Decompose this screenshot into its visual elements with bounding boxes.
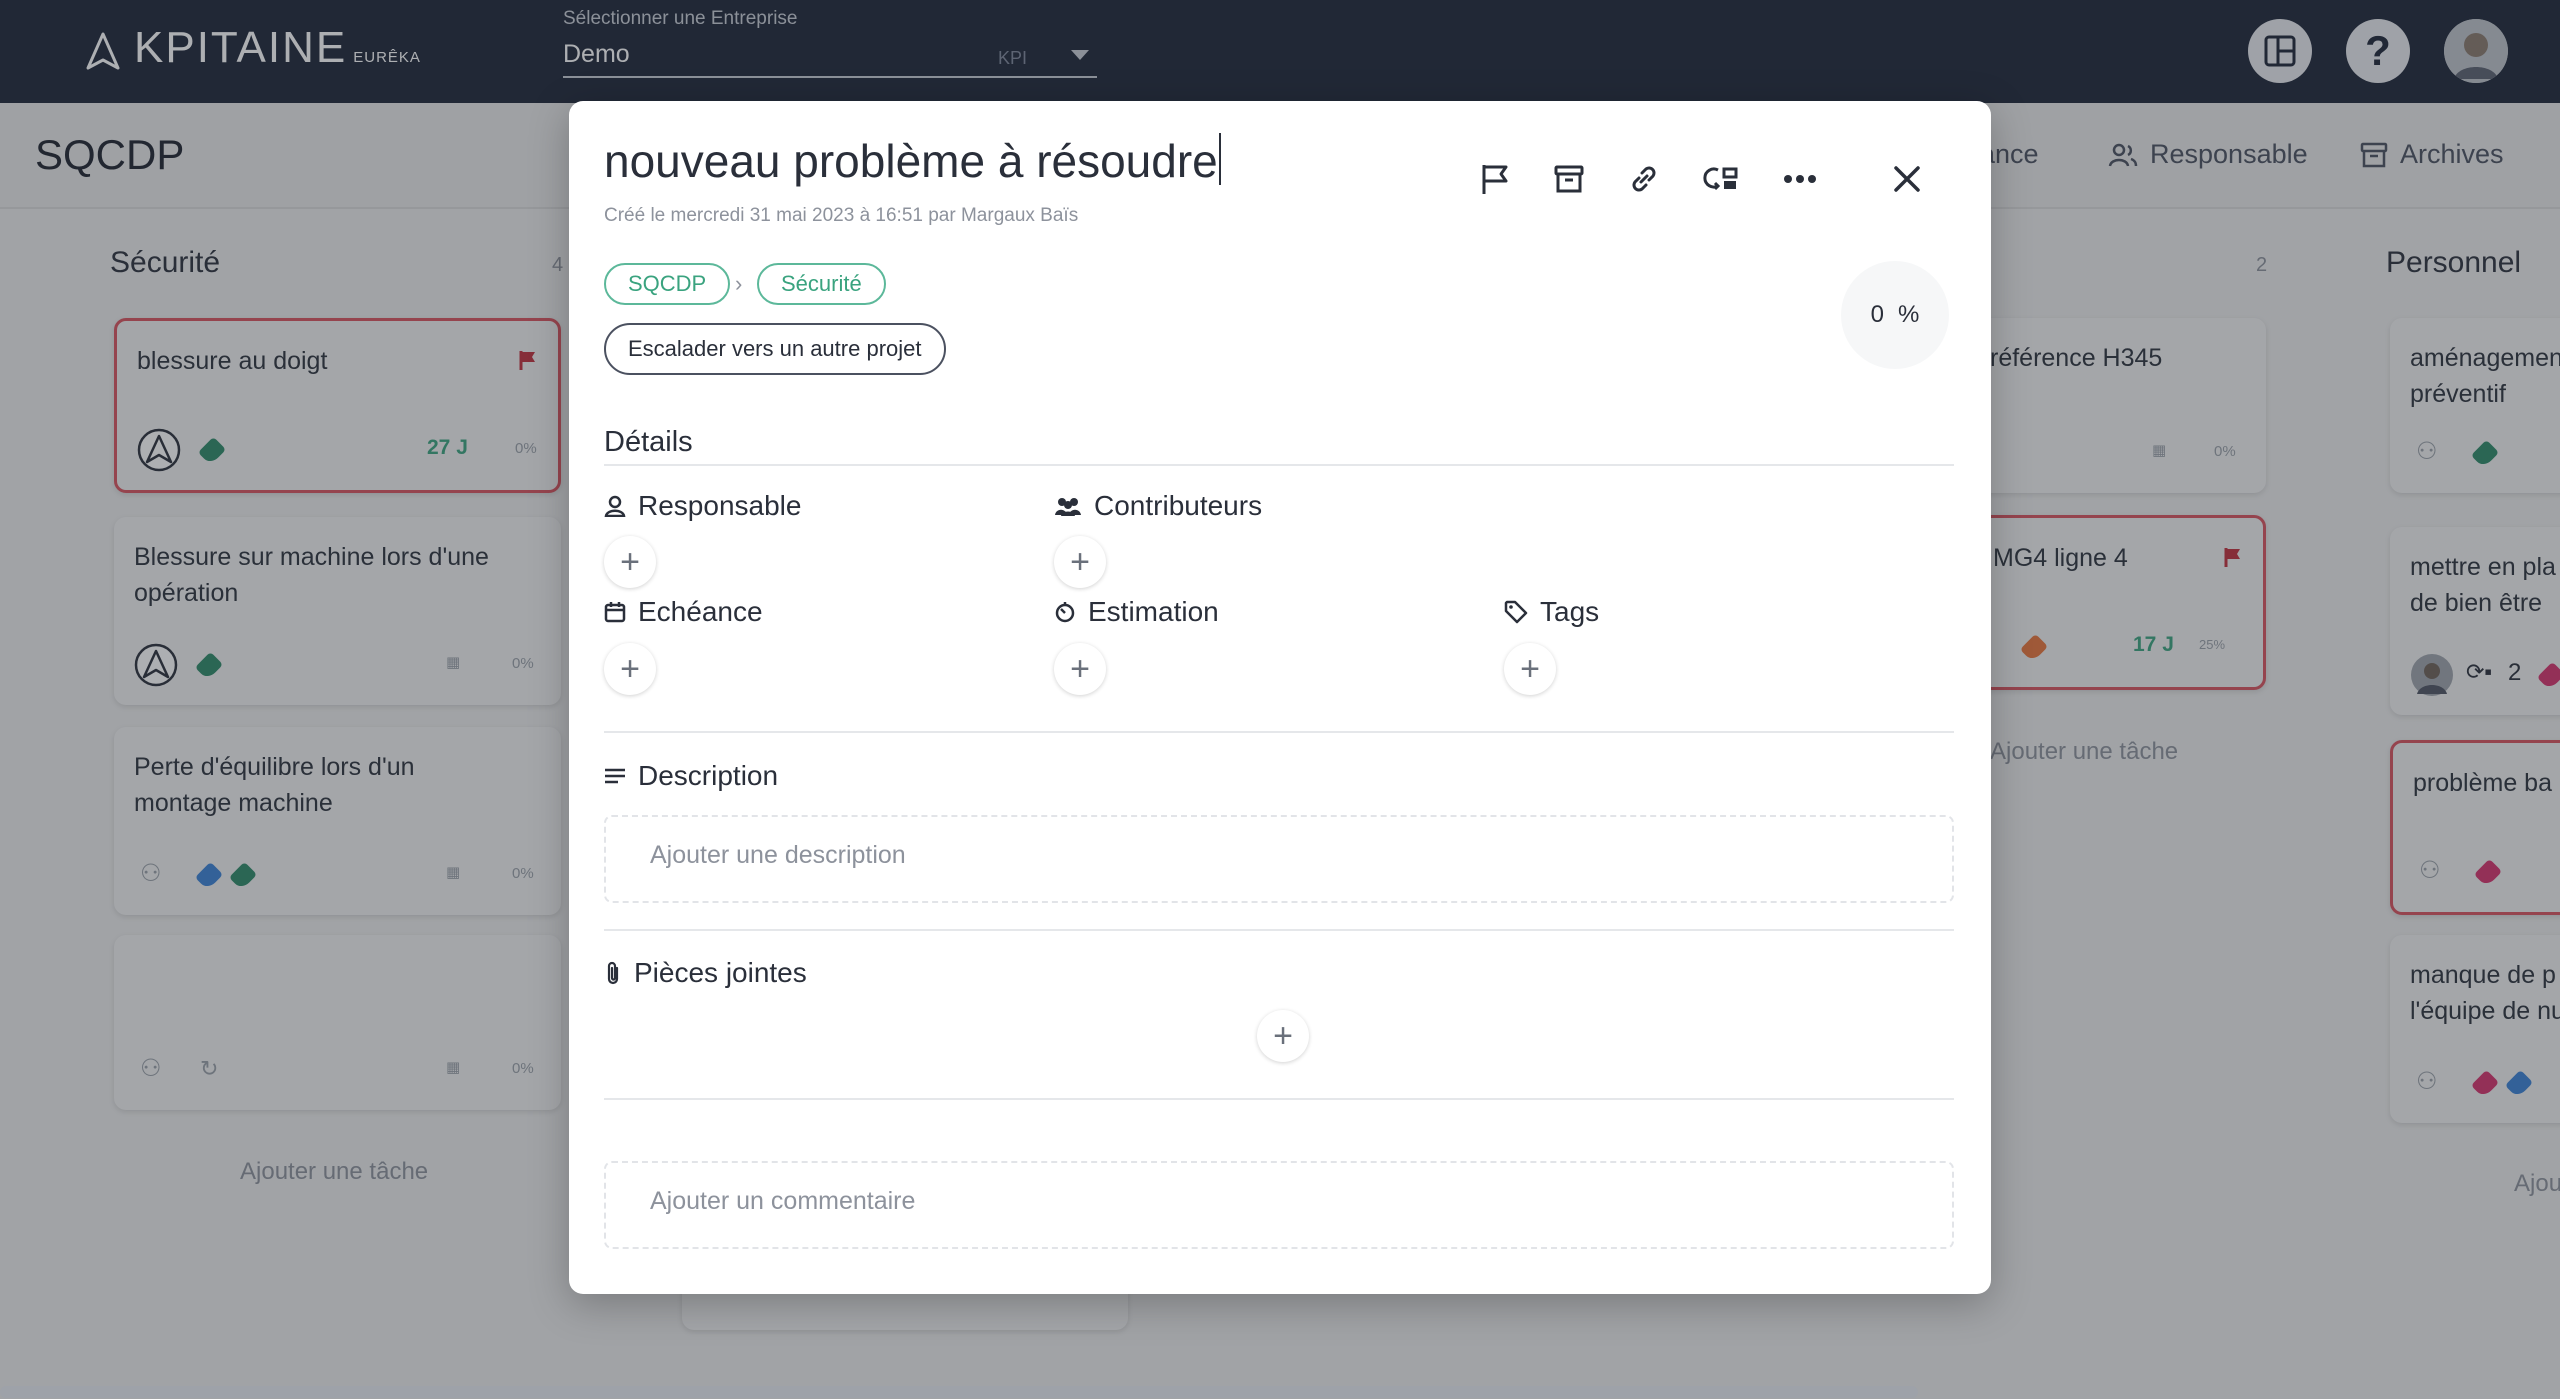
contributeurs-field-label: Contributeurs [1054, 490, 1262, 522]
archive-button[interactable] [1547, 157, 1591, 201]
contributeurs-label-text: Contributeurs [1094, 490, 1263, 521]
close-button[interactable] [1885, 157, 1929, 201]
comment-input[interactable] [650, 1187, 1890, 1216]
echeance-label-text: Echéance [638, 596, 763, 627]
description-field[interactable] [604, 815, 1954, 903]
attachments-section-title: Pièces jointes [604, 957, 807, 989]
progress-value: 0 [1870, 301, 1884, 328]
estimation-field-label: Estimation [1054, 596, 1219, 628]
divider [604, 731, 1954, 733]
estimation-label-text: Estimation [1088, 596, 1219, 627]
created-info: Créé le mercredi 31 mai 2023 à 16:51 par… [604, 205, 1079, 226]
add-responsable-button[interactable]: + [604, 536, 656, 588]
description-input[interactable] [650, 841, 1890, 870]
description-title-text: Description [638, 760, 779, 791]
plus-icon: + [620, 649, 640, 688]
add-contributeur-button[interactable]: + [1054, 536, 1106, 588]
close-icon [1894, 166, 1920, 192]
horizontal-scrollbar[interactable] [0, 1386, 1918, 1398]
task-detail-modal: nouveau problème à résoudre Créé le merc… [569, 101, 1991, 1294]
plus-icon: + [620, 542, 640, 581]
description-section-title: Description [604, 760, 778, 792]
add-attachment-button[interactable]: + [1257, 1010, 1309, 1062]
calendar-icon [604, 602, 626, 623]
archive-icon [1554, 165, 1584, 193]
add-echeance-button[interactable]: + [604, 643, 656, 695]
subtask-button[interactable] [1700, 157, 1744, 201]
paperclip-icon [607, 961, 619, 985]
plus-icon: + [1520, 649, 1540, 688]
tags-field-label: Tags [1504, 596, 1599, 628]
escalate-button[interactable]: Escalader vers un autre projet [604, 323, 946, 375]
flag-button[interactable] [1473, 157, 1517, 201]
attachments-title-text: Pièces jointes [634, 957, 807, 988]
person-icon [604, 495, 626, 517]
flag-icon [1482, 165, 1508, 194]
group-icon [1055, 498, 1081, 516]
divider [604, 1098, 1954, 1100]
progress-indicator[interactable]: 0 % [1841, 261, 1949, 369]
task-title-text: nouveau problème à résoudre [604, 135, 1218, 187]
timer-icon [1055, 602, 1075, 623]
breadcrumb-category[interactable]: Sécurité [757, 263, 886, 305]
more-horizontal-icon [1784, 175, 1816, 183]
breadcrumb-project[interactable]: SQCDP [604, 263, 731, 305]
subtask-icon [1703, 167, 1738, 191]
plus-icon: + [1070, 542, 1090, 581]
responsable-label-text: Responsable [638, 490, 802, 521]
details-title: Détails [604, 426, 693, 458]
link-button[interactable] [1622, 157, 1666, 201]
comment-field[interactable] [604, 1161, 1954, 1249]
echeance-field-label: Echéance [604, 596, 763, 628]
add-tag-button[interactable]: + [1504, 643, 1556, 695]
add-estimation-button[interactable]: + [1054, 643, 1106, 695]
divider [604, 464, 1954, 466]
chevron-right-icon: › [735, 271, 743, 296]
progress-unit: % [1898, 301, 1920, 328]
more-options-button[interactable] [1778, 157, 1822, 201]
text-cursor [1218, 133, 1221, 185]
tags-label-text: Tags [1540, 596, 1600, 627]
responsable-field-label: Responsable [604, 490, 801, 522]
text-lines-icon [605, 768, 625, 784]
task-title-input[interactable]: nouveau problème à résoudre [604, 133, 1221, 188]
divider [604, 929, 1954, 931]
plus-icon: + [1070, 649, 1090, 688]
plus-icon: + [1273, 1016, 1293, 1055]
link-icon [1632, 166, 1656, 192]
tag-icon [1504, 600, 1528, 624]
